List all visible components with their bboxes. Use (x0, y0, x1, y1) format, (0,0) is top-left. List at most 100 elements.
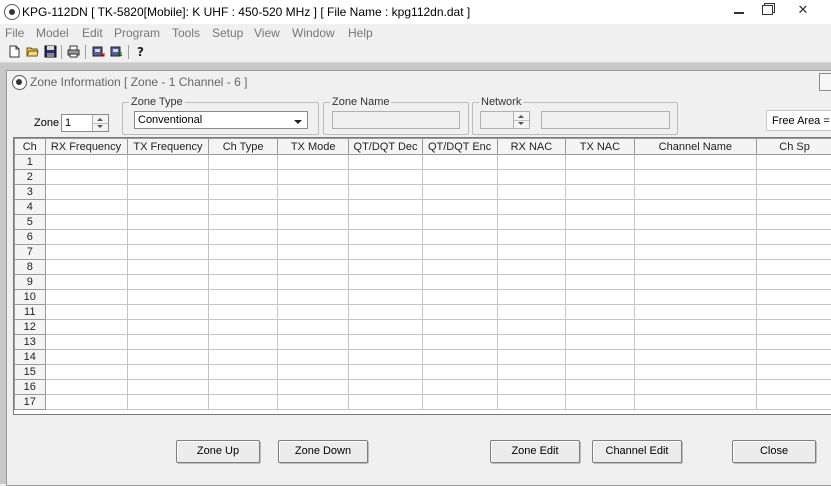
grid-cell[interactable] (566, 365, 634, 380)
close-window-button[interactable]: ✕ (786, 0, 820, 22)
grid-cell[interactable] (422, 305, 497, 320)
table-row[interactable]: 16 (15, 380, 831, 395)
open-folder-icon[interactable] (26, 45, 39, 58)
grid-cell[interactable] (277, 200, 349, 215)
grid-cell[interactable] (45, 320, 127, 335)
grid-cell[interactable] (209, 170, 277, 185)
grid-cell[interactable] (277, 305, 349, 320)
grid-cell[interactable] (127, 260, 209, 275)
grid-cell[interactable] (277, 320, 349, 335)
grid-cell[interactable] (757, 260, 831, 275)
grid-cell[interactable] (497, 395, 566, 410)
grid-cell[interactable] (566, 245, 634, 260)
grid-cell[interactable] (45, 260, 127, 275)
grid-cell[interactable] (349, 395, 422, 410)
grid-cell[interactable] (497, 380, 566, 395)
column-header[interactable]: RX NAC (497, 139, 566, 155)
read-radio-icon[interactable] (92, 45, 105, 58)
spin-down-icon[interactable] (518, 122, 524, 125)
column-header[interactable]: Channel Name (634, 139, 756, 155)
menu-program[interactable]: Program (114, 26, 160, 40)
grid-cell[interactable] (277, 335, 349, 350)
grid-cell[interactable] (566, 215, 634, 230)
grid-cell[interactable] (634, 185, 756, 200)
grid-cell[interactable] (497, 320, 566, 335)
zone-name-input[interactable] (332, 111, 460, 129)
column-header[interactable]: QT/DQT Dec (349, 139, 422, 155)
grid-cell[interactable] (209, 260, 277, 275)
grid-cell[interactable] (349, 290, 422, 305)
column-header[interactable]: TX Frequency (127, 139, 209, 155)
grid-cell[interactable] (566, 305, 634, 320)
grid-cell[interactable] (127, 395, 209, 410)
channel-edit-button[interactable]: Channel Edit (592, 440, 682, 463)
zone-down-button[interactable]: Zone Down (278, 440, 368, 463)
grid-cell[interactable] (422, 215, 497, 230)
grid-cell[interactable] (349, 215, 422, 230)
spin-up-icon[interactable] (518, 115, 524, 118)
grid-cell[interactable] (349, 335, 422, 350)
grid-cell[interactable] (127, 365, 209, 380)
grid-cell[interactable] (209, 185, 277, 200)
menu-file[interactable]: File (5, 26, 24, 40)
zone-spinner[interactable]: 1 (61, 114, 109, 132)
write-radio-icon[interactable] (110, 45, 123, 58)
grid-cell[interactable] (566, 335, 634, 350)
grid-cell[interactable] (422, 275, 497, 290)
grid-cell[interactable] (497, 260, 566, 275)
grid-cell[interactable] (634, 215, 756, 230)
grid-cell[interactable] (349, 305, 422, 320)
grid-cell[interactable] (349, 185, 422, 200)
grid-cell[interactable] (422, 350, 497, 365)
grid-cell[interactable] (757, 380, 831, 395)
close-button[interactable]: Close (732, 440, 816, 463)
grid-cell[interactable] (277, 395, 349, 410)
grid-cell[interactable] (127, 155, 209, 170)
grid-cell[interactable] (349, 380, 422, 395)
grid-cell[interactable] (497, 335, 566, 350)
grid-cell[interactable] (349, 170, 422, 185)
spin-down-icon[interactable] (97, 125, 103, 128)
column-header[interactable]: TX Mode (277, 139, 349, 155)
grid-cell[interactable] (277, 215, 349, 230)
grid-cell[interactable] (277, 185, 349, 200)
grid-cell[interactable] (349, 365, 422, 380)
grid-cell[interactable] (634, 395, 756, 410)
grid-cell[interactable] (127, 215, 209, 230)
grid-cell[interactable] (277, 170, 349, 185)
grid-cell[interactable] (566, 230, 634, 245)
table-row[interactable]: 8 (15, 260, 831, 275)
network-spinner[interactable] (480, 111, 530, 129)
maximize-button[interactable] (750, 0, 784, 22)
grid-cell[interactable] (566, 275, 634, 290)
grid-cell[interactable] (277, 245, 349, 260)
menu-edit[interactable]: Edit (82, 26, 103, 40)
table-row[interactable]: 13 (15, 335, 831, 350)
grid-cell[interactable] (277, 275, 349, 290)
grid-cell[interactable] (209, 290, 277, 305)
grid-cell[interactable] (277, 155, 349, 170)
grid-cell[interactable] (757, 245, 831, 260)
grid-cell[interactable] (422, 290, 497, 305)
grid-cell[interactable] (757, 290, 831, 305)
grid-cell[interactable] (45, 290, 127, 305)
grid-cell[interactable] (634, 200, 756, 215)
grid-cell[interactable] (634, 320, 756, 335)
grid-cell[interactable] (634, 155, 756, 170)
grid-cell[interactable] (209, 155, 277, 170)
table-row[interactable]: 9 (15, 275, 831, 290)
grid-cell[interactable] (497, 185, 566, 200)
grid-cell[interactable] (349, 260, 422, 275)
grid-cell[interactable] (634, 170, 756, 185)
network-spin-buttons[interactable] (513, 112, 529, 128)
grid-cell[interactable] (45, 155, 127, 170)
grid-cell[interactable] (127, 170, 209, 185)
grid-cell[interactable] (45, 395, 127, 410)
grid-cell[interactable] (757, 170, 831, 185)
grid-cell[interactable] (497, 155, 566, 170)
grid-cell[interactable] (422, 185, 497, 200)
zone-type-select[interactable]: Conventional (134, 111, 308, 129)
column-header[interactable]: QT/DQT Enc (422, 139, 497, 155)
table-row[interactable]: 6 (15, 230, 831, 245)
grid-cell[interactable] (566, 380, 634, 395)
